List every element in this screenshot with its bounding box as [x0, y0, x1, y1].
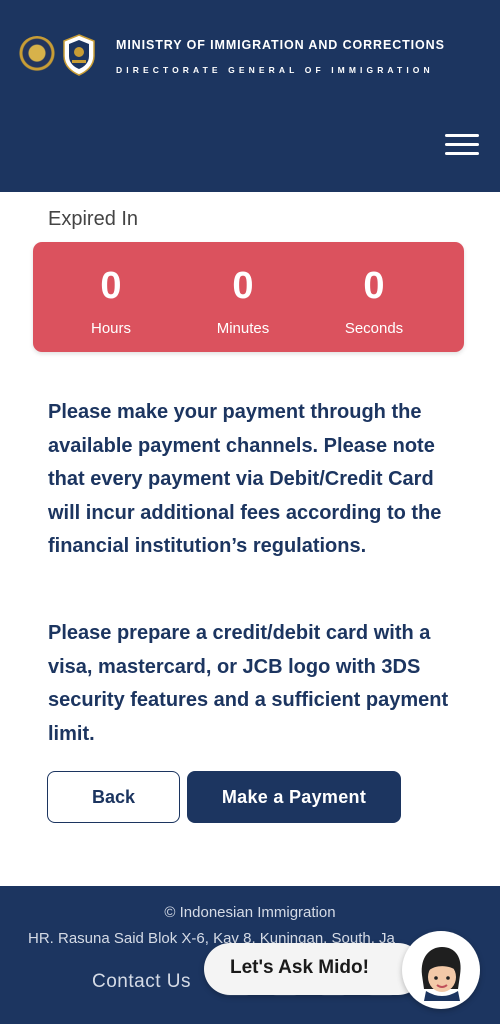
ministry-title: MINISTRY OF IMMIGRATION AND CORRECTIONS: [116, 38, 445, 52]
card-requirements: Please prepare a credit/debit card with …: [48, 622, 449, 745]
hours-cell: 0 Hours: [51, 242, 171, 337]
contact-us-label: Contact Us: [92, 971, 191, 992]
mido-avatar-icon: [421, 947, 461, 1001]
payment-instructions: Please make your payment through the ava…: [48, 401, 442, 557]
top-header: MINISTRY OF IMMIGRATION AND CORRECTIONS …: [0, 0, 500, 192]
countdown-timer: 0 Hours 0 Minutes 0 Seconds: [33, 242, 464, 352]
hours-label: Hours: [90, 320, 131, 337]
hours-value: 0: [100, 265, 122, 307]
hamburger-menu-icon[interactable]: [445, 132, 481, 158]
minutes-cell: 0 Minutes: [183, 242, 303, 337]
seconds-cell: 0 Seconds: [314, 242, 434, 337]
immigration-shield-logo: [63, 34, 95, 76]
chat-assistant-bubble[interactable]: Let's Ask Mido!: [204, 943, 424, 995]
menu-bar: [445, 152, 479, 155]
mido-avatar-button[interactable]: [402, 931, 480, 1009]
minutes-label: Minutes: [216, 320, 270, 337]
menu-bar: [445, 134, 479, 137]
garuda-emblem-logo: [18, 36, 56, 74]
directorate-subtitle: DIRECTORATE GENERAL OF IMMIGRATION: [116, 65, 434, 75]
seconds-label: Seconds: [344, 320, 404, 337]
brand-block: MINISTRY OF IMMIGRATION AND CORRECTIONS …: [116, 38, 445, 75]
make-payment-button[interactable]: Make a Payment: [187, 771, 401, 823]
copyright-text: © Indonesian Immigration: [164, 904, 336, 921]
seconds-value: 0: [363, 265, 385, 307]
expired-in-label: Expired In: [48, 208, 139, 230]
back-button[interactable]: Back: [47, 771, 180, 823]
minutes-value: 0: [232, 265, 254, 307]
menu-bar: [445, 143, 479, 146]
chat-label: Let's Ask Mido!: [230, 957, 369, 978]
